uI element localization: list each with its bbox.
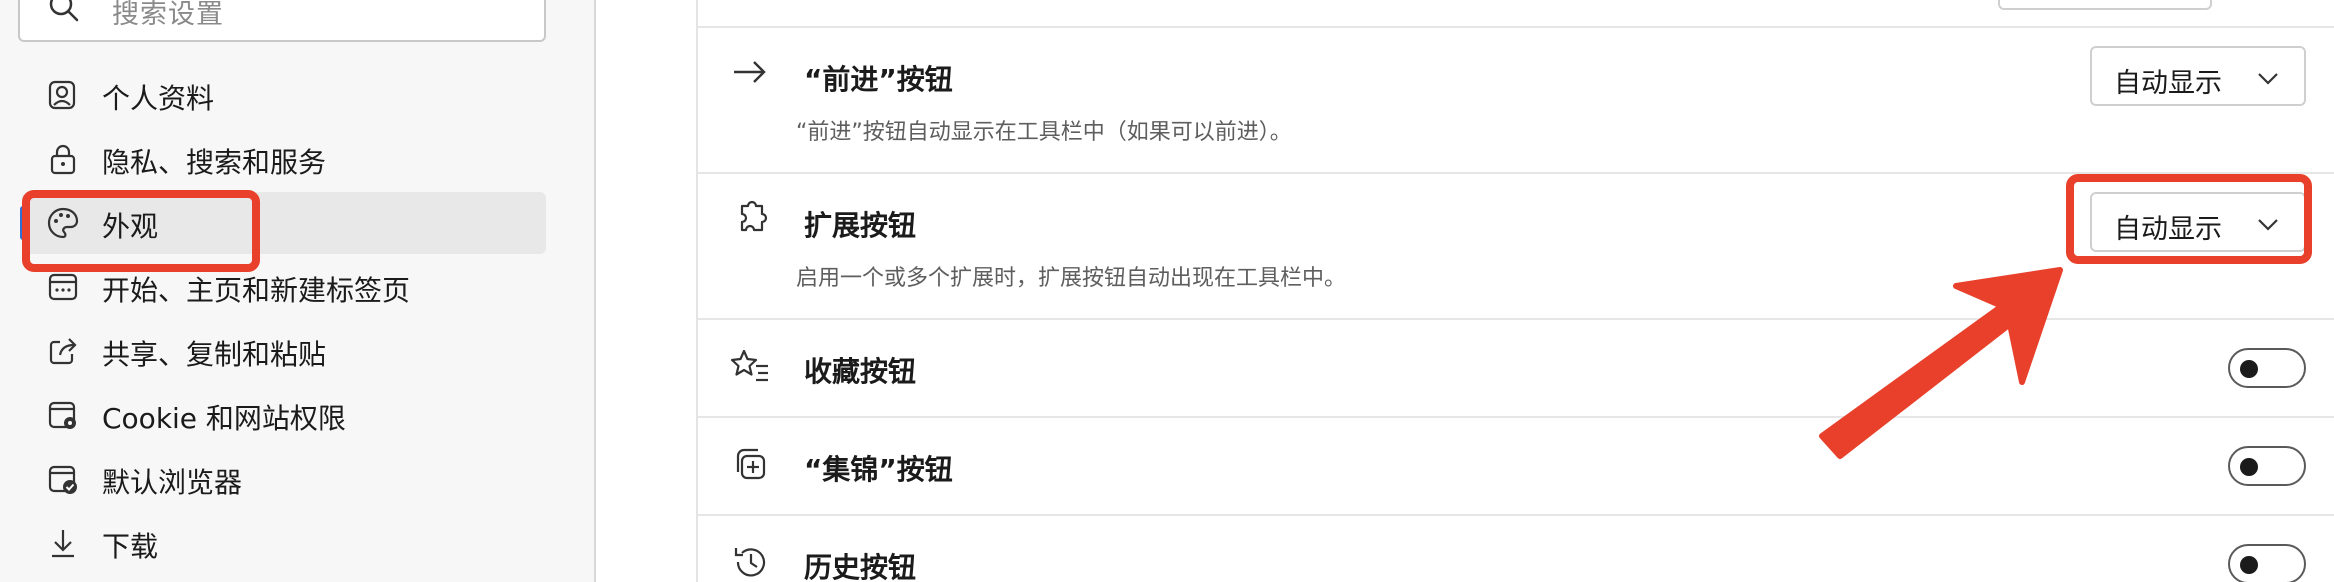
toggle-knob: [2240, 360, 2258, 378]
forward-button-dropdown[interactable]: 自动显示: [2090, 46, 2306, 106]
lock-icon: [50, 144, 76, 175]
sidebar-item-downloads[interactable]: 下载: [22, 512, 546, 574]
palette-icon: [47, 207, 79, 239]
sidebar-item-start-home-newtab[interactable]: 开始、主页和新建标签页: [22, 256, 546, 318]
appearance-settings-panel: “前进”按钮 “前进”按钮自动显示在工具栏中（如果可以前进）。 自动显示 扩展按…: [696, 0, 2334, 582]
setting-title: “集锦”按钮: [804, 453, 953, 486]
profile-icon: [48, 80, 76, 110]
favorites-icon: [730, 349, 768, 382]
history-icon: [734, 548, 766, 577]
share-icon: [49, 338, 77, 365]
chevron-down-icon: [2258, 73, 2278, 85]
row-divider: [698, 416, 2334, 418]
sidebar-item-label: 开始、主页和新建标签页: [102, 274, 411, 307]
search-settings-input[interactable]: 搜索设置: [18, 0, 546, 42]
row-divider: [698, 172, 2334, 174]
toggle-knob: [2240, 458, 2258, 476]
previous-row-dropdown[interactable]: [1998, 0, 2212, 10]
setting-title: 历史按钮: [804, 551, 917, 582]
collections-button-toggle[interactable]: [2228, 446, 2306, 486]
dropdown-value: 自动显示: [2114, 214, 2222, 245]
history-button-toggle[interactable]: [2228, 544, 2306, 582]
sidebar-item-label: 共享、复制和粘贴: [102, 338, 327, 371]
toggle-knob: [2240, 556, 2258, 574]
setting-description: 启用一个或多个扩展时，扩展按钮自动出现在工具栏中。: [796, 266, 1347, 291]
sidebar-item-label: 下载: [102, 530, 159, 563]
row-divider: [698, 26, 2334, 28]
cookie-permissions-icon: [48, 401, 76, 429]
chevron-down-icon: [2258, 219, 2278, 231]
search-icon: [49, 0, 79, 22]
settings-sidebar: 搜索设置 个人资料 隐私、搜索和服务 外观 开始、主页和新建标签页 共享、复制和…: [0, 0, 596, 582]
sidebar-item-share-copy-paste[interactable]: 共享、复制和粘贴: [22, 320, 546, 382]
sidebar-item-appearance[interactable]: 外观: [20, 192, 546, 254]
favorites-button-toggle[interactable]: [2228, 348, 2306, 388]
sidebar-item-label: 隐私、搜索和服务: [102, 146, 327, 179]
setting-title: 收藏按钮: [804, 355, 917, 388]
sidebar-item-default-browser[interactable]: 默认浏览器: [22, 448, 546, 510]
sidebar-item-label: Cookie 和网站权限: [102, 402, 346, 435]
forward-arrow-icon: [734, 61, 766, 83]
sidebar-item-label: 外观: [102, 210, 159, 243]
download-icon: [52, 530, 74, 558]
extensions-button-dropdown[interactable]: 自动显示: [2090, 192, 2306, 252]
setting-description: “前进”按钮自动显示在工具栏中（如果可以前进）。: [796, 120, 1292, 145]
sidebar-item-label: 个人资料: [102, 82, 215, 115]
setting-title: 扩展按钮: [804, 209, 917, 242]
row-divider: [698, 514, 2334, 516]
extensions-icon: [740, 200, 768, 232]
collections-icon: [736, 448, 766, 480]
row-divider: [698, 318, 2334, 320]
sidebar-item-cookies-permissions[interactable]: Cookie 和网站权限: [22, 384, 546, 446]
setting-title: “前进”按钮: [804, 63, 953, 96]
start-page-icon: [48, 273, 78, 301]
sidebar-item-profile[interactable]: 个人资料: [22, 64, 546, 126]
settings-window: 搜索设置 个人资料 隐私、搜索和服务 外观 开始、主页和新建标签页 共享、复制和…: [0, 0, 2334, 582]
sidebar-item-privacy[interactable]: 隐私、搜索和服务: [22, 128, 546, 190]
dropdown-value: 自动显示: [2114, 68, 2222, 99]
search-placeholder: 搜索设置: [112, 0, 224, 30]
default-browser-icon: [48, 465, 77, 494]
sidebar-item-label: 默认浏览器: [102, 466, 243, 499]
